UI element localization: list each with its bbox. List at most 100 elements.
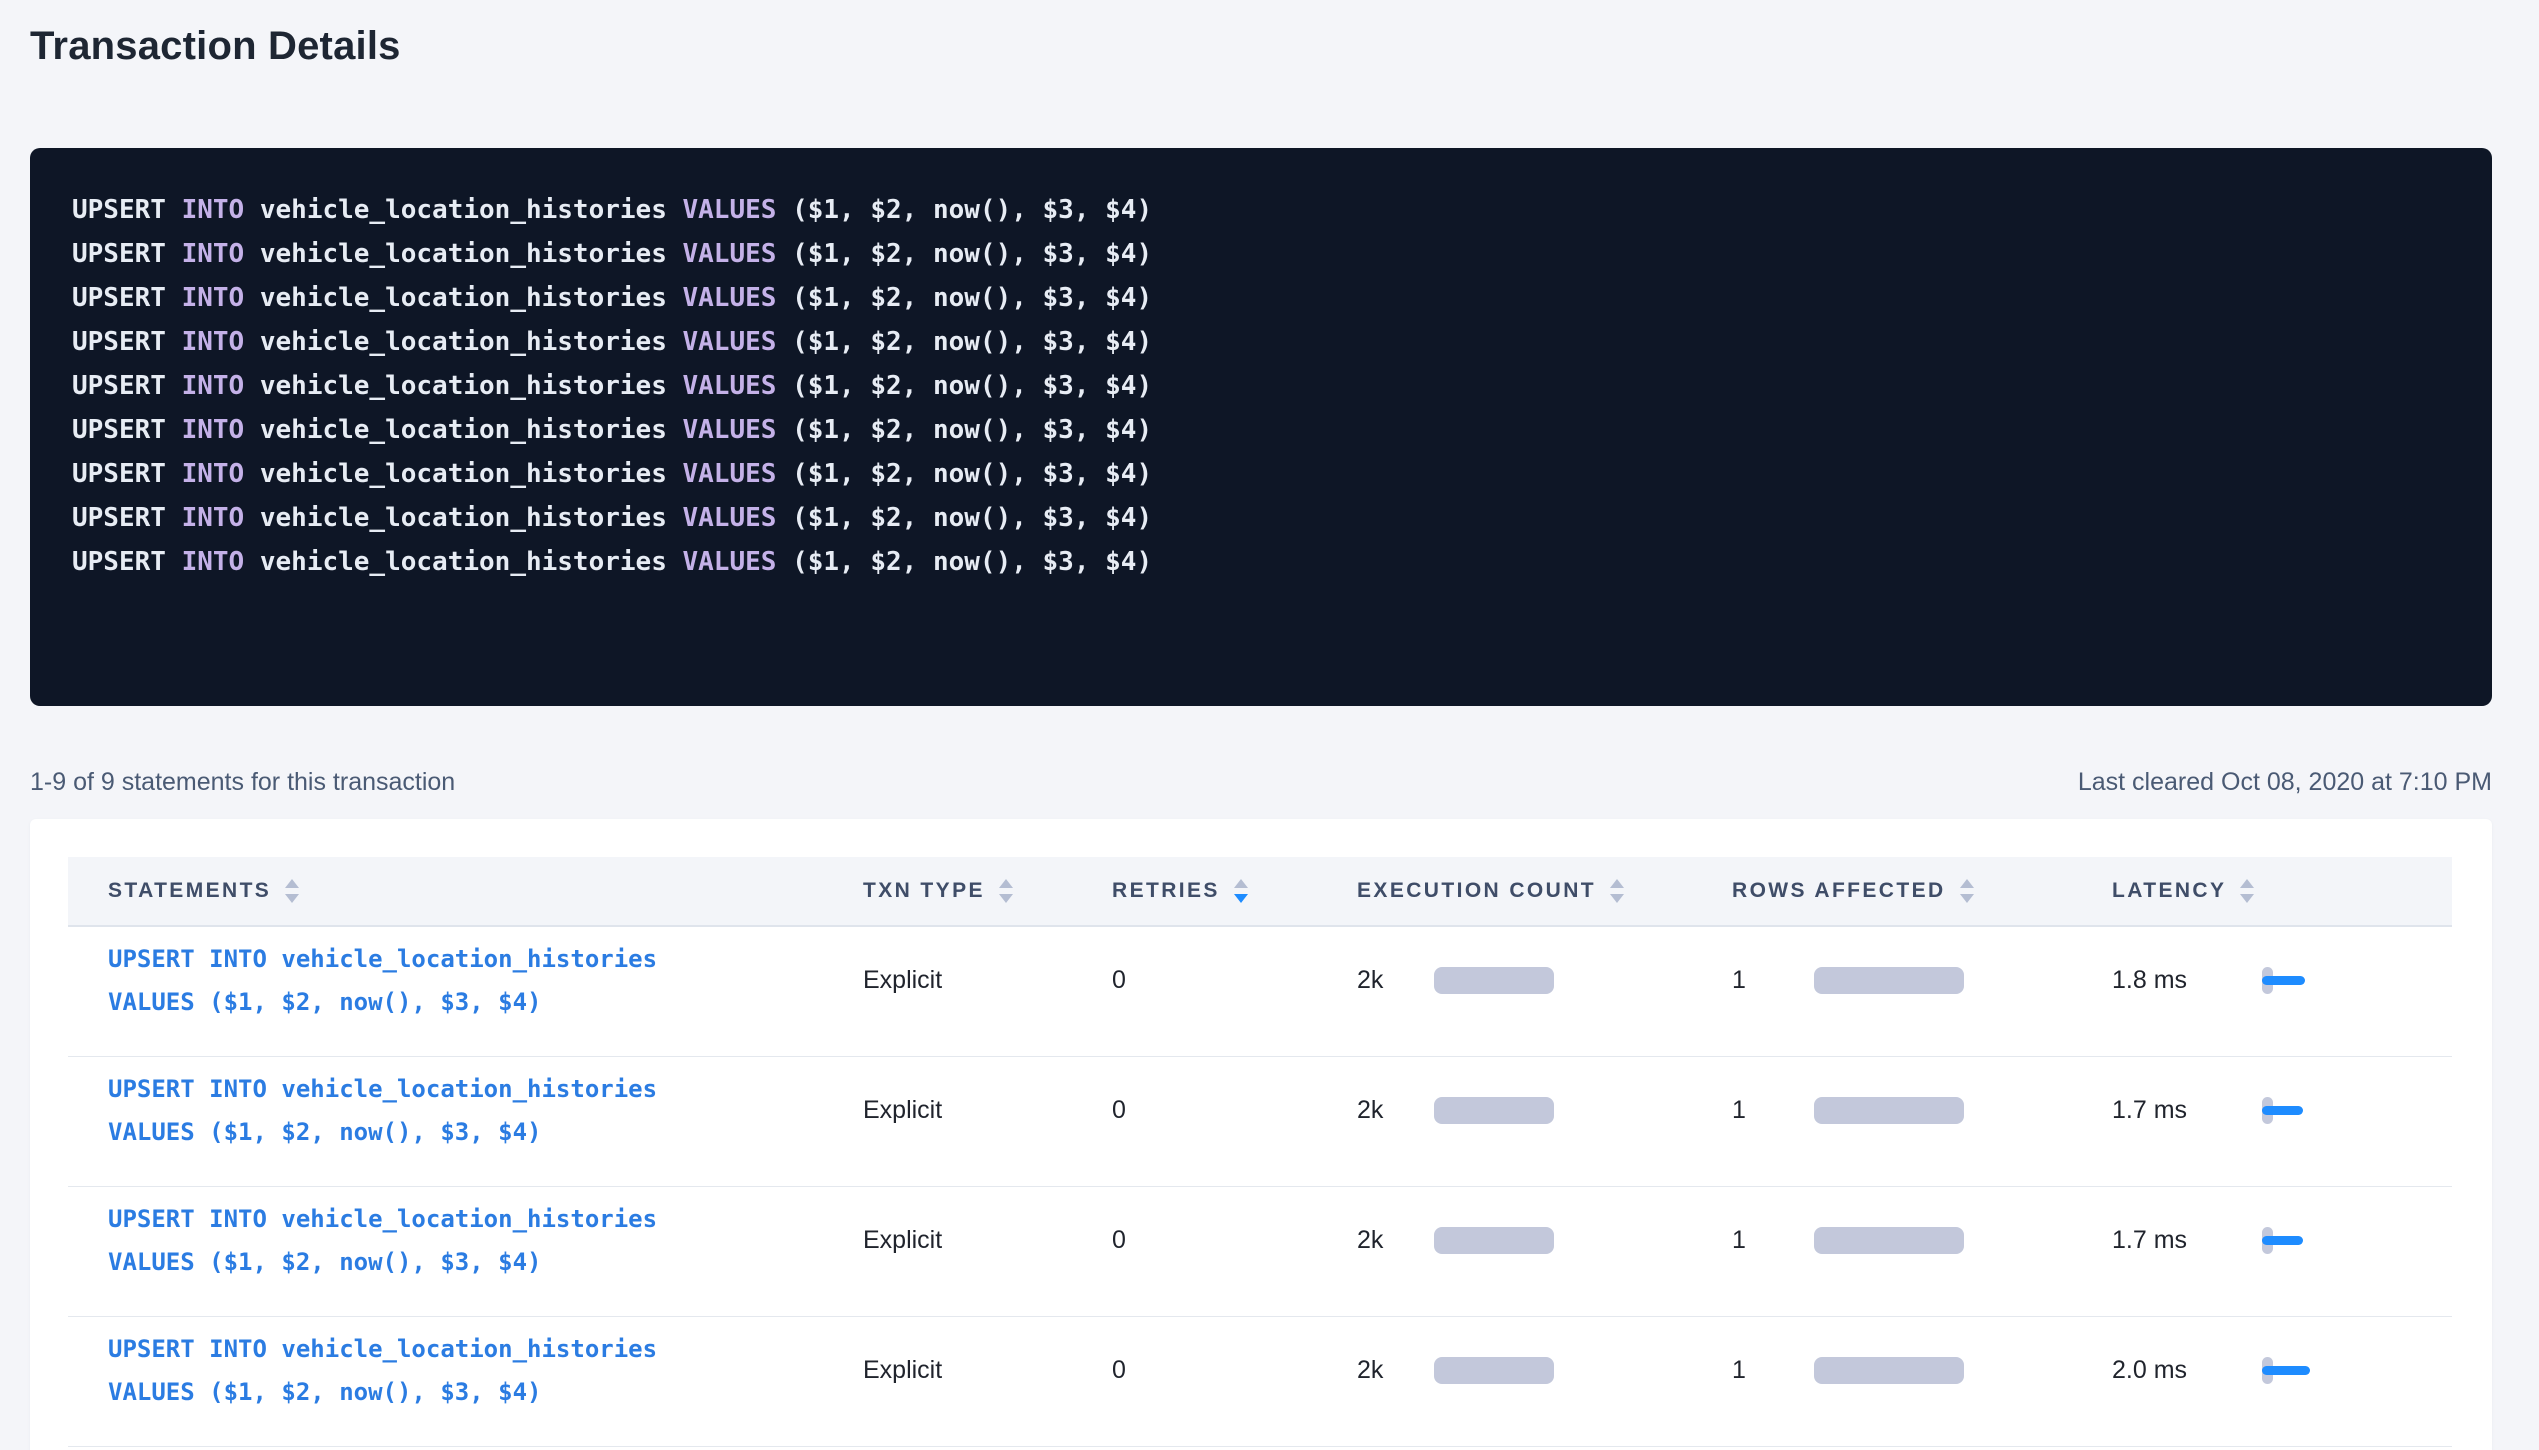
- column-header-retries[interactable]: Retries: [1112, 857, 1357, 925]
- sql-text: vehicle_location_histories: [260, 459, 683, 489]
- latency-value: 1.7 ms: [2112, 1226, 2262, 1255]
- sql-text: UPSERT: [72, 547, 182, 577]
- sql-keyword: INTO: [182, 503, 260, 533]
- statement-line-1: UPSERT INTO vehicle_location_histories: [108, 1198, 657, 1241]
- sql-text: vehicle_location_histories: [260, 547, 683, 577]
- sql-keyword: VALUES: [683, 415, 793, 445]
- rows-affected-value: 1: [1732, 1096, 1814, 1125]
- execution-count-cell: 2k: [1357, 1187, 1732, 1295]
- sort-asc-icon: [285, 879, 299, 888]
- execution-count-value: 2k: [1357, 966, 1434, 995]
- sql-keyword: VALUES: [683, 547, 793, 577]
- sql-statement-line: UPSERT INTO vehicle_location_histories V…: [72, 188, 2450, 232]
- statement-line-2: VALUES ($1, $2, now(), $3, $4): [108, 1111, 657, 1154]
- sql-keyword: INTO: [182, 239, 260, 269]
- sql-text: ($1, $2, now(), $3, $4): [792, 239, 1152, 269]
- sql-statement-line: UPSERT INTO vehicle_location_histories V…: [72, 408, 2450, 452]
- sort-arrows-icon: [2240, 879, 2254, 903]
- sql-keyword: VALUES: [683, 503, 793, 533]
- latency-value: 1.8 ms: [2112, 966, 2262, 995]
- statement-line-2: VALUES ($1, $2, now(), $3, $4): [108, 981, 657, 1024]
- table-row: UPSERT INTO vehicle_location_historiesVA…: [68, 1057, 2452, 1187]
- sql-statement-line: UPSERT INTO vehicle_location_histories V…: [72, 232, 2450, 276]
- spacer-cell: [68, 1035, 863, 1057]
- spacer-cell: [68, 1425, 863, 1447]
- statement-link[interactable]: UPSERT INTO vehicle_location_historiesVA…: [108, 1328, 657, 1414]
- statement-line-1: UPSERT INTO vehicle_location_histories: [108, 1068, 657, 1111]
- sort-arrows-icon: [285, 879, 299, 903]
- latency-bar: [2262, 976, 2305, 985]
- rows-affected-cell: 1: [1732, 1057, 2112, 1165]
- sql-keyword: VALUES: [683, 195, 793, 225]
- sql-statement-line: UPSERT INTO vehicle_location_histories V…: [72, 276, 2450, 320]
- table-body: UPSERT INTO vehicle_location_historiesVA…: [68, 927, 2452, 1447]
- latency-bar-chart: [2262, 1227, 2332, 1254]
- latency-bar-chart: [2262, 1097, 2332, 1124]
- sql-keyword: INTO: [182, 459, 260, 489]
- rows-affected-cell: 1: [1732, 927, 2112, 1035]
- sql-text: UPSERT: [72, 195, 182, 225]
- sql-keyword: VALUES: [683, 459, 793, 489]
- sql-statement-line: UPSERT INTO vehicle_location_histories V…: [72, 540, 2450, 584]
- execution-count-bar: [1434, 967, 1554, 994]
- sql-statement-line: UPSERT INTO vehicle_location_histories V…: [72, 320, 2450, 364]
- last-cleared-text: Last cleared Oct 08, 2020 at 7:10 PM: [2078, 768, 2492, 797]
- rows-affected-bar: [1814, 1357, 1964, 1384]
- sort-asc-icon: [999, 879, 1013, 888]
- latency-cell: 1.7 ms: [2112, 1187, 2452, 1295]
- sql-text: vehicle_location_histories: [260, 503, 683, 533]
- statement-cell: UPSERT INTO vehicle_location_historiesVA…: [68, 1317, 863, 1425]
- sql-text: vehicle_location_histories: [260, 415, 683, 445]
- column-label: Txn Type: [863, 879, 985, 903]
- retries-cell: 0: [1112, 1317, 1357, 1425]
- statements-table: Statements Txn Type RetriesExecution Count…: [68, 857, 2452, 1447]
- sql-text: vehicle_location_histories: [260, 195, 683, 225]
- sql-text: UPSERT: [72, 239, 182, 269]
- sort-arrows-icon: [1610, 879, 1624, 903]
- table-row: UPSERT INTO vehicle_location_historiesVA…: [68, 927, 2452, 1057]
- column-label: Rows Affected: [1732, 879, 1946, 903]
- latency-bar-chart: [2262, 967, 2332, 994]
- sql-text: ($1, $2, now(), $3, $4): [792, 547, 1152, 577]
- rows-affected-value: 1: [1732, 1226, 1814, 1255]
- sort-desc-icon: [1610, 894, 1624, 903]
- column-header-rows-affected[interactable]: Rows Affected: [1732, 857, 2112, 925]
- table-row: UPSERT INTO vehicle_location_historiesVA…: [68, 1187, 2452, 1317]
- sql-text: vehicle_location_histories: [260, 283, 683, 313]
- statement-link[interactable]: UPSERT INTO vehicle_location_historiesVA…: [108, 1068, 657, 1154]
- sort-desc-icon: [999, 894, 1013, 903]
- column-label: Statements: [108, 879, 271, 903]
- execution-count-cell: 2k: [1357, 927, 1732, 1035]
- sql-text: ($1, $2, now(), $3, $4): [792, 195, 1152, 225]
- sql-text: UPSERT: [72, 415, 182, 445]
- sort-asc-icon: [1960, 879, 1974, 888]
- column-header-statements[interactable]: Statements: [68, 857, 863, 925]
- sql-keyword: VALUES: [683, 327, 793, 357]
- sql-text: ($1, $2, now(), $3, $4): [792, 371, 1152, 401]
- sql-text: UPSERT: [72, 327, 182, 357]
- sql-statement-line: UPSERT INTO vehicle_location_histories V…: [72, 496, 2450, 540]
- execution-count-value: 2k: [1357, 1356, 1434, 1385]
- table-row: UPSERT INTO vehicle_location_historiesVA…: [68, 1317, 2452, 1447]
- sql-text: UPSERT: [72, 371, 182, 401]
- sql-text: ($1, $2, now(), $3, $4): [792, 459, 1152, 489]
- sql-keyword: VALUES: [683, 239, 793, 269]
- txn-type-cell: Explicit: [863, 1057, 1112, 1165]
- latency-bar: [2262, 1106, 2303, 1115]
- latency-cell: 2.0 ms: [2112, 1317, 2452, 1425]
- statement-cell: UPSERT INTO vehicle_location_historiesVA…: [68, 927, 863, 1035]
- transaction-details-page: Transaction Details UPSERT INTO vehicle_…: [0, 0, 2539, 1450]
- statement-link[interactable]: UPSERT INTO vehicle_location_historiesVA…: [108, 1198, 657, 1284]
- latency-cell: 1.8 ms: [2112, 927, 2452, 1035]
- column-header-execution-count[interactable]: Execution Count: [1357, 857, 1732, 925]
- column-header-txn-type[interactable]: Txn Type: [863, 857, 1112, 925]
- spacer-cell: [68, 1295, 863, 1317]
- sort-asc-icon: [1610, 879, 1624, 888]
- spacer-cell: [68, 1165, 863, 1187]
- latency-bar: [2262, 1366, 2310, 1375]
- sort-asc-icon: [2240, 879, 2254, 888]
- column-header-latency[interactable]: Latency: [2112, 857, 2452, 925]
- statement-link[interactable]: UPSERT INTO vehicle_location_historiesVA…: [108, 938, 657, 1024]
- txn-type-cell: Explicit: [863, 1187, 1112, 1295]
- rows-affected-value: 1: [1732, 966, 1814, 995]
